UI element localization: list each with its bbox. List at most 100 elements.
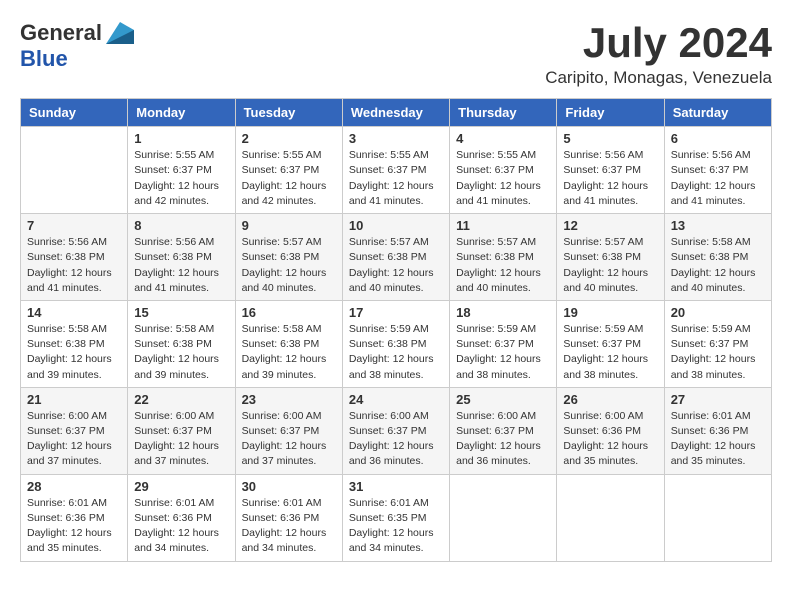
day-info: Sunrise: 6:00 AM Sunset: 6:37 PM Dayligh… (456, 409, 550, 470)
logo-general: General (20, 20, 102, 46)
day-info: Sunrise: 5:57 AM Sunset: 6:38 PM Dayligh… (349, 235, 443, 296)
day-info: Sunrise: 5:58 AM Sunset: 6:38 PM Dayligh… (134, 322, 228, 383)
day-number: 4 (456, 131, 550, 146)
calendar-cell: 29Sunrise: 6:01 AM Sunset: 6:36 PM Dayli… (128, 474, 235, 561)
day-number: 18 (456, 305, 550, 320)
calendar-cell: 2 Sunrise: 5:55 AM Sunset: 6:37 PM Daylig… (235, 127, 342, 214)
calendar-cell: 25 Sunrise: 6:00 AM Sunset: 6:37 PM Dayli… (450, 387, 557, 474)
day-info: Sunrise: 6:01 AM Sunset: 6:36 PM Dayligh… (27, 496, 121, 557)
calendar-cell: 11 Sunrise: 5:57 AM Sunset: 6:38 PM Dayli… (450, 214, 557, 301)
day-info: Sunrise: 5:59 AM Sunset: 6:37 PM Dayligh… (456, 322, 550, 383)
calendar-cell: 26Sunrise: 6:00 AM Sunset: 6:36 PM Dayli… (557, 387, 664, 474)
day-number: 24 (349, 392, 443, 407)
calendar-cell: 8 Sunrise: 5:56 AM Sunset: 6:38 PM Daylig… (128, 214, 235, 301)
day-info: Sunrise: 5:56 AM Sunset: 6:38 PM Dayligh… (27, 235, 121, 296)
calendar-cell: 16 Sunrise: 5:58 AM Sunset: 6:38 PM Dayli… (235, 300, 342, 387)
day-number: 2 (242, 131, 336, 146)
day-info: Sunrise: 5:56 AM Sunset: 6:37 PM Dayligh… (671, 148, 765, 209)
calendar-cell: 14 Sunrise: 5:58 AM Sunset: 6:38 PM Dayli… (21, 300, 128, 387)
day-number: 5 (563, 131, 657, 146)
day-info: Sunrise: 5:59 AM Sunset: 6:37 PM Dayligh… (563, 322, 657, 383)
day-number: 20 (671, 305, 765, 320)
calendar-cell: 4Sunrise: 5:55 AM Sunset: 6:37 PM Daylig… (450, 127, 557, 214)
calendar-cell (450, 474, 557, 561)
day-number: 9 (242, 218, 336, 233)
day-info: Sunrise: 6:01 AM Sunset: 6:36 PM Dayligh… (134, 496, 228, 557)
calendar-header-tuesday: Tuesday (235, 99, 342, 127)
day-number: 15 (134, 305, 228, 320)
day-info: Sunrise: 5:55 AM Sunset: 6:37 PM Dayligh… (242, 148, 336, 209)
day-info: Sunrise: 6:00 AM Sunset: 6:37 PM Dayligh… (27, 409, 121, 470)
day-number: 10 (349, 218, 443, 233)
day-number: 3 (349, 131, 443, 146)
calendar-body: 1 Sunrise: 5:55 AM Sunset: 6:37 PM Daylig… (21, 127, 772, 561)
day-info: Sunrise: 5:59 AM Sunset: 6:38 PM Dayligh… (349, 322, 443, 383)
day-number: 16 (242, 305, 336, 320)
day-info: Sunrise: 6:01 AM Sunset: 6:36 PM Dayligh… (242, 496, 336, 557)
calendar-header-friday: Friday (557, 99, 664, 127)
calendar-week-5: 28 Sunrise: 6:01 AM Sunset: 6:36 PM Dayli… (21, 474, 772, 561)
calendar-week-2: 7Sunrise: 5:56 AM Sunset: 6:38 PM Daylig… (21, 214, 772, 301)
title-area: July 2024 Caripito, Monagas, Venezuela (545, 20, 772, 88)
calendar-cell: 15 Sunrise: 5:58 AM Sunset: 6:38 PM Dayli… (128, 300, 235, 387)
calendar-cell: 10 Sunrise: 5:57 AM Sunset: 6:38 PM Dayli… (342, 214, 449, 301)
calendar-week-4: 21Sunrise: 6:00 AM Sunset: 6:37 PM Dayli… (21, 387, 772, 474)
calendar-cell: 24Sunrise: 6:00 AM Sunset: 6:37 PM Dayli… (342, 387, 449, 474)
month-title: July 2024 (545, 20, 772, 66)
calendar-table: SundayMondayTuesdayWednesdayThursdayFrid… (20, 98, 772, 561)
day-number: 12 (563, 218, 657, 233)
calendar-header-monday: Monday (128, 99, 235, 127)
logo-blue: Blue (20, 46, 68, 72)
day-number: 27 (671, 392, 765, 407)
day-number: 22 (134, 392, 228, 407)
day-info: Sunrise: 5:56 AM Sunset: 6:38 PM Dayligh… (134, 235, 228, 296)
day-info: Sunrise: 6:00 AM Sunset: 6:36 PM Dayligh… (563, 409, 657, 470)
day-number: 28 (27, 479, 121, 494)
day-info: Sunrise: 5:55 AM Sunset: 6:37 PM Dayligh… (134, 148, 228, 209)
day-info: Sunrise: 5:57 AM Sunset: 6:38 PM Dayligh… (242, 235, 336, 296)
calendar-cell: 3 Sunrise: 5:55 AM Sunset: 6:37 PM Daylig… (342, 127, 449, 214)
day-info: Sunrise: 6:01 AM Sunset: 6:35 PM Dayligh… (349, 496, 443, 557)
calendar-cell: 27 Sunrise: 6:01 AM Sunset: 6:36 PM Dayli… (664, 387, 771, 474)
day-number: 6 (671, 131, 765, 146)
day-info: Sunrise: 5:58 AM Sunset: 6:38 PM Dayligh… (671, 235, 765, 296)
calendar-cell: 17 Sunrise: 5:59 AM Sunset: 6:38 PM Dayli… (342, 300, 449, 387)
calendar-cell: 7Sunrise: 5:56 AM Sunset: 6:38 PM Daylig… (21, 214, 128, 301)
day-info: Sunrise: 5:58 AM Sunset: 6:38 PM Dayligh… (27, 322, 121, 383)
calendar-header-saturday: Saturday (664, 99, 771, 127)
calendar-header-thursday: Thursday (450, 99, 557, 127)
calendar-cell: 9 Sunrise: 5:57 AM Sunset: 6:38 PM Daylig… (235, 214, 342, 301)
day-info: Sunrise: 5:57 AM Sunset: 6:38 PM Dayligh… (456, 235, 550, 296)
day-number: 8 (134, 218, 228, 233)
day-info: Sunrise: 5:56 AM Sunset: 6:37 PM Dayligh… (563, 148, 657, 209)
day-number: 13 (671, 218, 765, 233)
day-info: Sunrise: 5:59 AM Sunset: 6:37 PM Dayligh… (671, 322, 765, 383)
logo: General Blue (20, 20, 134, 72)
calendar-cell: 13 Sunrise: 5:58 AM Sunset: 6:38 PM Dayli… (664, 214, 771, 301)
logo-icon (106, 22, 134, 44)
calendar-header-wednesday: Wednesday (342, 99, 449, 127)
day-number: 23 (242, 392, 336, 407)
day-number: 30 (242, 479, 336, 494)
day-number: 14 (27, 305, 121, 320)
calendar-cell (21, 127, 128, 214)
day-number: 25 (456, 392, 550, 407)
day-number: 17 (349, 305, 443, 320)
day-info: Sunrise: 6:01 AM Sunset: 6:36 PM Dayligh… (671, 409, 765, 470)
calendar-header-row: SundayMondayTuesdayWednesdayThursdayFrid… (21, 99, 772, 127)
day-number: 31 (349, 479, 443, 494)
header: General Blue July 2024 Caripito, Monagas… (20, 20, 772, 88)
day-info: Sunrise: 5:58 AM Sunset: 6:38 PM Dayligh… (242, 322, 336, 383)
calendar-cell: 21Sunrise: 6:00 AM Sunset: 6:37 PM Dayli… (21, 387, 128, 474)
day-number: 1 (134, 131, 228, 146)
day-info: Sunrise: 5:55 AM Sunset: 6:37 PM Dayligh… (349, 148, 443, 209)
calendar-cell: 31 Sunrise: 6:01 AM Sunset: 6:35 PM Dayli… (342, 474, 449, 561)
calendar-cell: 22Sunrise: 6:00 AM Sunset: 6:37 PM Dayli… (128, 387, 235, 474)
calendar-cell: 23Sunrise: 6:00 AM Sunset: 6:37 PM Dayli… (235, 387, 342, 474)
calendar-cell: 20 Sunrise: 5:59 AM Sunset: 6:37 PM Dayli… (664, 300, 771, 387)
calendar-cell: 18 Sunrise: 5:59 AM Sunset: 6:37 PM Dayli… (450, 300, 557, 387)
day-number: 11 (456, 218, 550, 233)
location-title: Caripito, Monagas, Venezuela (545, 68, 772, 88)
calendar-cell (664, 474, 771, 561)
day-info: Sunrise: 5:57 AM Sunset: 6:38 PM Dayligh… (563, 235, 657, 296)
